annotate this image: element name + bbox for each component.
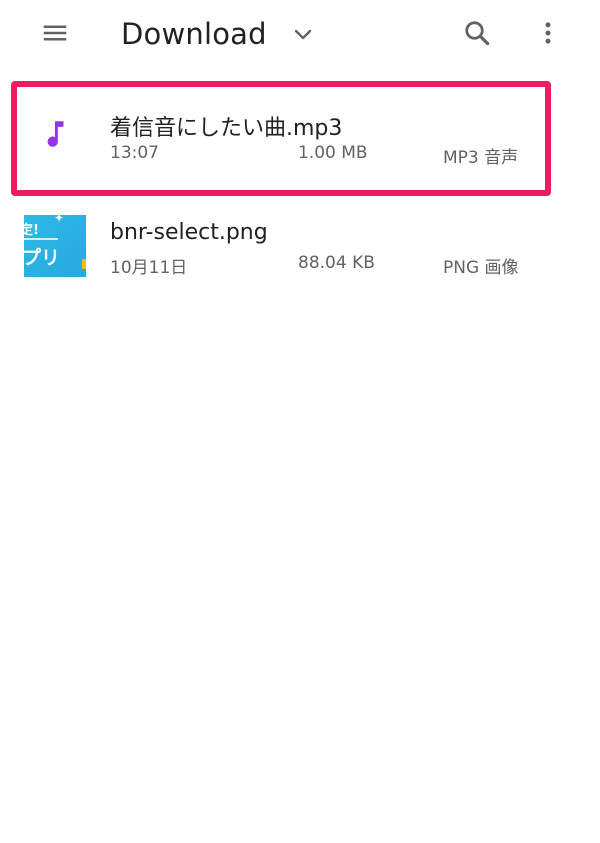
page-title: Download bbox=[121, 17, 267, 51]
file-type: PNG 画像 bbox=[443, 258, 519, 278]
image-thumbnail: ✦ 定! プリ bbox=[24, 215, 86, 277]
file-name: bnr-select.png bbox=[110, 220, 268, 245]
thumbnail-accent bbox=[82, 259, 86, 269]
more-vert-icon bbox=[545, 22, 551, 44]
menu-button[interactable] bbox=[31, 9, 79, 57]
menu-icon bbox=[43, 25, 67, 41]
file-size: 1.00 MB bbox=[298, 143, 368, 163]
more-options-button[interactable] bbox=[524, 9, 572, 57]
file-date: 13:07 bbox=[110, 143, 159, 163]
chevron-down-icon bbox=[291, 22, 315, 46]
file-name: 着信音にしたい曲.mp3 bbox=[110, 116, 343, 141]
file-row-png[interactable]: ✦ 定! プリ bnr-select.png 10月11日 88.04 KB P… bbox=[0, 190, 600, 300]
folder-selector[interactable]: Download bbox=[121, 12, 315, 56]
file-date: 10月11日 bbox=[110, 258, 188, 278]
file-type: MP3 音声 bbox=[443, 148, 519, 168]
file-row-mp3[interactable]: 着信音にしたい曲.mp3 13:07 1.00 MB MP3 音声 bbox=[0, 80, 600, 196]
thumbnail-text-top: 定! bbox=[24, 223, 39, 238]
music-note-icon bbox=[25, 104, 85, 164]
app-toolbar: Download bbox=[0, 0, 600, 70]
search-button[interactable] bbox=[453, 9, 501, 57]
file-size: 88.04 KB bbox=[298, 253, 375, 273]
thumbnail-text-bottom: プリ bbox=[24, 247, 61, 269]
search-icon bbox=[465, 21, 490, 46]
sparkle-icon: ✦ bbox=[54, 215, 65, 225]
thumbnail-divider bbox=[24, 238, 58, 240]
